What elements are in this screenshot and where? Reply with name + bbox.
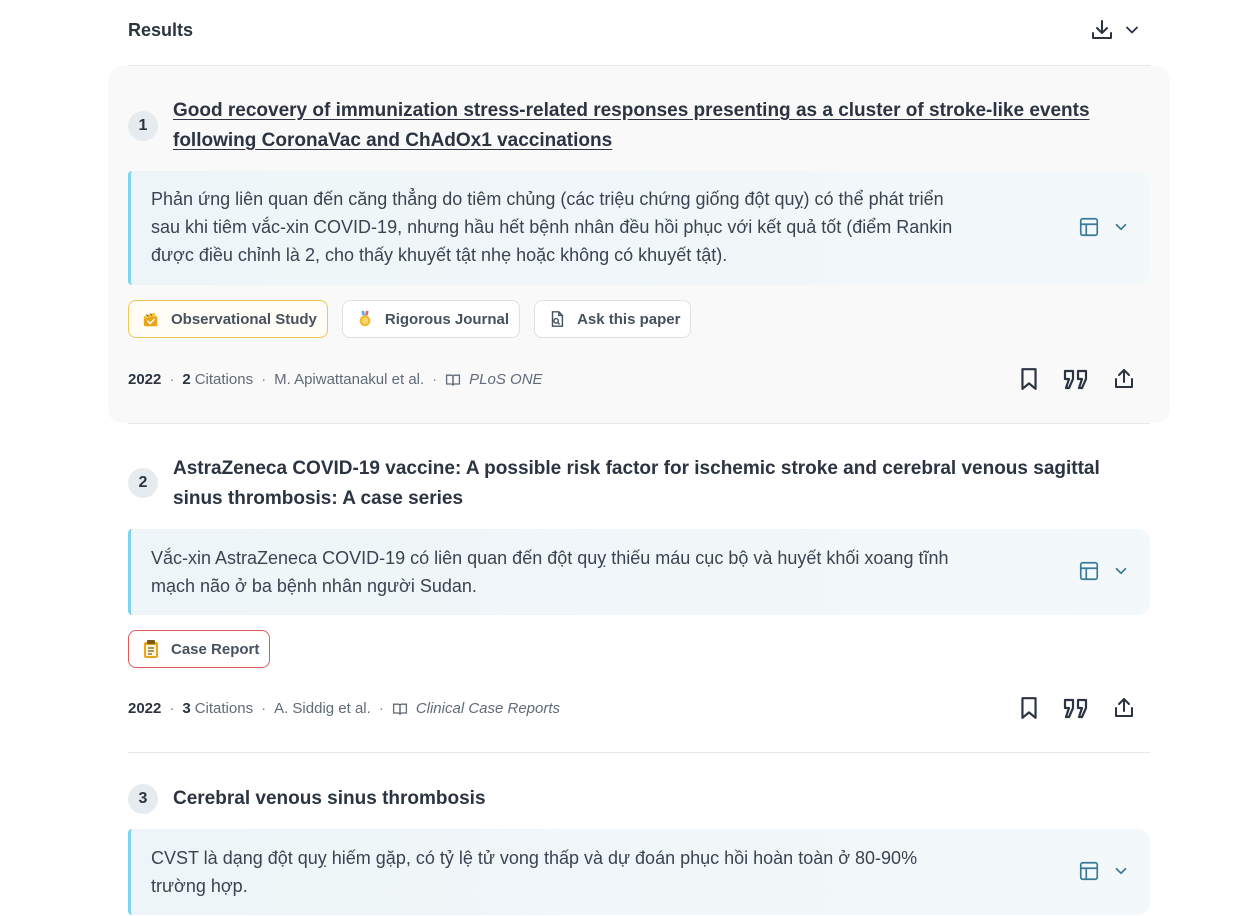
table-icon[interactable] (1078, 860, 1100, 882)
summary-line: được điều chỉnh là 2, cho thấy khuyết tậ… (151, 245, 728, 265)
result-card: 1 Good recovery of immunization stress-r… (108, 66, 1170, 423)
result-summary: CVST là dạng đột quỵ hiếm gặp, có tỷ lệ … (128, 829, 1150, 915)
medal-icon (355, 309, 375, 329)
quote-icon[interactable] (1062, 696, 1090, 720)
authors[interactable]: M. Apiwattanakul et al. (274, 371, 424, 388)
badge-label: Ask this paper (577, 310, 681, 328)
result-actions (1018, 367, 1136, 391)
journal-name[interactable]: Clinical Case Reports (416, 700, 560, 717)
result-summary: Vắc-xin AstraZeneca COVID-19 có liên qua… (128, 529, 1150, 615)
summary-line: trường hợp. (151, 876, 248, 896)
table-icon[interactable] (1078, 216, 1100, 238)
result-actions (1018, 696, 1136, 720)
summary-line: CVST là dạng đột quỵ hiếm gặp, có tỷ lệ … (151, 848, 918, 868)
citation-count: 2 (182, 371, 191, 388)
result-meta: 2022 · 2 Citations · M. Apiwattanakul et… (128, 371, 543, 388)
citations-label: Citations (194, 371, 254, 388)
result-rank: 1 (128, 111, 158, 141)
download-icon[interactable] (1090, 18, 1114, 42)
publication-year: 2022 (128, 700, 162, 717)
rigorous-journal-badge[interactable]: Rigorous Journal (341, 300, 521, 338)
meta-separator: · (378, 700, 384, 717)
share-icon[interactable] (1112, 696, 1136, 720)
book-icon (445, 372, 461, 388)
ask-this-paper-button[interactable]: Ask this paper (534, 300, 692, 338)
share-icon[interactable] (1112, 367, 1136, 391)
result-title-line: AstraZeneca COVID-19 vaccine: A possible… (173, 458, 1100, 479)
result-card: 3 Cerebral venous sinus thrombosis CVST … (128, 753, 1150, 916)
result-title-line: Cerebral venous sinus thrombosis (173, 788, 486, 809)
header-actions (1090, 18, 1142, 42)
summary-line: Vắc-xin AstraZeneca COVID-19 có liên qua… (151, 548, 949, 568)
summary-text: Phản ứng liên quan đến căng thẳng do tiê… (151, 185, 1051, 269)
journal-name[interactable]: PLoS ONE (469, 371, 542, 388)
bookmark-icon[interactable] (1018, 696, 1040, 720)
summary-actions (1078, 860, 1130, 882)
case-report-badge[interactable]: Case Report (128, 630, 271, 668)
authors[interactable]: A. Siddig et al. (274, 700, 371, 717)
quote-icon[interactable] (1062, 367, 1090, 391)
document-chat-icon (547, 309, 567, 329)
summary-text: CVST là dạng đột quỵ hiếm gặp, có tỷ lệ … (151, 844, 1051, 900)
summary-text: Vắc-xin AstraZeneca COVID-19 có liên qua… (151, 544, 1051, 600)
meta-separator: · (261, 700, 267, 717)
chevron-down-icon[interactable] (1112, 218, 1130, 236)
results-title: Results (128, 20, 194, 40)
meta-separator: · (261, 371, 267, 388)
summary-line: mạch não ở ba bệnh nhân người Sudan. (151, 576, 477, 596)
result-title-link[interactable]: AstraZeneca COVID-19 vaccine: A possible… (173, 454, 1120, 514)
publication-year: 2022 (128, 371, 162, 388)
summary-actions (1078, 216, 1130, 238)
result-title-link[interactable]: Good recovery of immunization stress-rel… (173, 96, 1120, 156)
bookmark-icon[interactable] (1018, 367, 1040, 391)
chevron-down-icon[interactable] (1122, 20, 1142, 40)
result-rank: 3 (128, 784, 158, 814)
clipboard-icon (141, 639, 161, 659)
observational-study-badge[interactable]: Observational Study (128, 300, 328, 338)
badges: Observational Study Rigorous Journal Ask… (128, 300, 692, 338)
badge-label: Case Report (171, 640, 260, 658)
chevron-down-icon[interactable] (1112, 562, 1130, 580)
meta-separator: · (432, 371, 438, 388)
book-icon (392, 701, 408, 717)
citation-count: 3 (182, 700, 191, 717)
summary-actions (1078, 560, 1130, 582)
clapperboard-icon (141, 309, 161, 329)
citations-label: Citations (194, 700, 254, 717)
results-header: Results (128, 0, 1150, 66)
result-title-line: Good recovery of immunization stress-rel… (173, 100, 1090, 121)
result-title-line: following CoronaVac and ChAdOx1 vaccinat… (173, 130, 613, 151)
chevron-down-icon[interactable] (1112, 862, 1130, 880)
summary-line: Phản ứng liên quan đến căng thẳng do tiê… (151, 189, 944, 209)
result-meta: 2022 · 3 Citations · A. Siddig et al. · … (128, 700, 560, 717)
table-icon[interactable] (1078, 560, 1100, 582)
result-title-link[interactable]: Cerebral venous sinus thrombosis (173, 784, 1120, 814)
badges: Case Report (128, 630, 271, 668)
result-card: 2 AstraZeneca COVID-19 vaccine: A possib… (128, 424, 1150, 752)
summary-line: sau khi tiêm vắc-xin COVID-19, nhưng hầu… (151, 217, 953, 237)
result-rank: 2 (128, 468, 158, 498)
result-summary: Phản ứng liên quan đến căng thẳng do tiê… (128, 171, 1150, 285)
badge-label: Rigorous Journal (384, 310, 510, 328)
result-title-line: sinus thrombosis: A case series (173, 488, 464, 509)
meta-separator: · (169, 700, 175, 717)
meta-separator: · (169, 371, 175, 388)
badge-label: Observational Study (171, 310, 317, 328)
